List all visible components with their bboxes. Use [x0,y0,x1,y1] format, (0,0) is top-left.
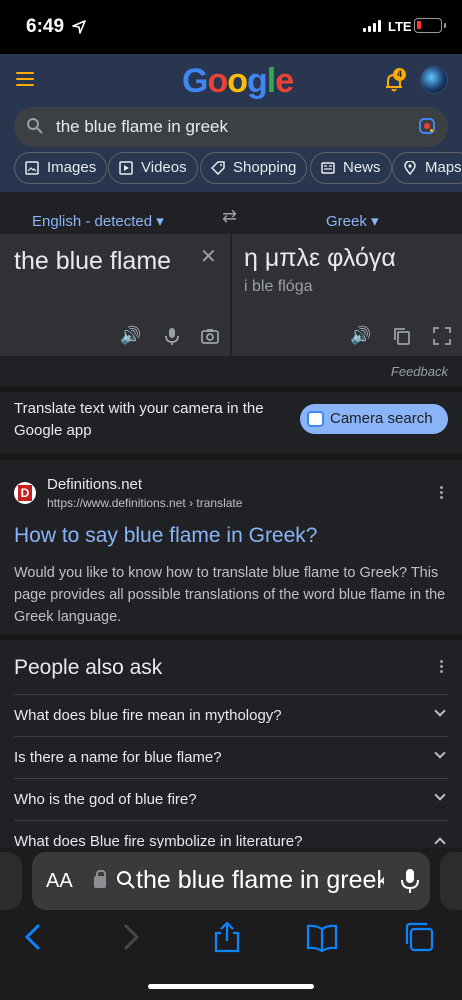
camera-promo-text: Translate text with your camera in the G… [14,400,264,439]
reader-options-button[interactable]: AA [46,870,73,893]
paa-question[interactable]: What does Blue fire symbolize in literat… [14,820,448,850]
chip-images[interactable]: Images [14,152,108,184]
divider [0,454,462,460]
chevron-down-icon [434,789,446,801]
safari-toolbar: AA the blue flame in greek [0,848,462,1000]
swap-languages-icon[interactable]: ⇄ [222,206,237,227]
chip-videos[interactable]: Videos [108,152,198,184]
map-pin-icon [404,161,416,175]
paa-question[interactable]: Who is the god of blue fire? [14,778,448,820]
lock-icon [94,870,106,888]
more-options-icon[interactable] [440,486,444,501]
notification-badge: 4 [393,68,406,81]
divider [0,386,462,392]
search-icon [27,118,43,134]
back-icon[interactable] [18,920,52,954]
translate-widget: English - detected ▾ ⇄ Greek ▾ the blue … [0,192,462,386]
site-url[interactable]: https://www.definitions.net › translate [47,496,242,510]
paa-title: People also ask [14,656,163,679]
result-title-link[interactable]: How to say blue flame in Greek? [14,524,317,548]
search-result: D Definitions.net https://www.definition… [0,462,462,634]
location-arrow-icon [72,20,86,34]
people-also-ask: People also ask What does blue fire mean… [0,640,462,850]
status-time: 6:49 [26,16,65,37]
signal-icon [363,20,381,32]
forward-icon[interactable] [112,920,146,954]
next-tab-edge[interactable] [440,852,462,910]
copy-icon[interactable] [392,326,412,346]
search-box[interactable]: the blue flame in greek [14,107,448,147]
speaker-icon[interactable]: 🔊 [120,326,141,346]
camera-icon[interactable] [200,326,220,346]
source-text[interactable]: the blue flame [14,244,194,278]
chevron-down-icon [434,705,446,717]
chip-shopping[interactable]: Shopping [200,152,308,184]
camera-promo: Translate text with your camera in the G… [0,394,462,454]
network-type: LTE [388,19,412,34]
chip-maps[interactable]: Maps [392,152,462,184]
target-language-selector[interactable]: Greek ▾ [326,212,379,230]
previous-tab-edge[interactable] [0,852,22,910]
search-filter-chips: Images Videos Shopping News Maps [14,152,462,184]
transliteration: i ble flóga [244,278,313,295]
more-options-icon[interactable] [440,660,444,675]
site-name[interactable]: Definitions.net [47,476,142,493]
menu-icon[interactable] [16,72,34,86]
translated-text: η μπλε φλόγα [244,244,396,272]
search-query: the blue flame in greek [56,117,228,136]
status-bar: 6:49 LTE [0,0,462,54]
camera-search-button[interactable]: Camera search [300,404,448,434]
tabs-icon[interactable] [402,920,436,954]
clear-icon[interactable]: ✕ [200,244,217,269]
microphone-icon[interactable] [400,868,420,894]
address-bar[interactable]: AA the blue flame in greek [32,852,430,910]
tag-icon [211,161,225,175]
share-icon[interactable] [210,920,244,954]
target-text-panel: η μπλε φλόγα i ble flóga 🔊 [232,234,462,356]
news-icon [321,162,335,174]
paa-question[interactable]: Is there a name for blue flame? [14,736,448,778]
image-icon [25,161,39,175]
address-text: the blue flame in greek [116,866,384,895]
google-logo[interactable]: Google [182,62,294,101]
home-indicator [148,984,314,989]
chip-news[interactable]: News [310,152,392,184]
search-icon [117,871,135,889]
avatar[interactable] [420,66,448,94]
bookmarks-icon[interactable] [305,920,339,954]
google-header: Google 4 the blue flame in greek Images … [0,54,462,192]
microphone-icon[interactable] [162,326,182,346]
chevron-down-icon [434,747,446,759]
feedback-link[interactable]: Feedback [391,364,448,379]
lens-icon [307,411,324,427]
speaker-icon[interactable]: 🔊 [350,326,371,346]
google-lens-icon[interactable] [418,117,436,135]
fullscreen-icon[interactable] [432,326,452,346]
source-language-selector[interactable]: English - detected ▾ [32,212,164,230]
result-snippet: Would you like to know how to translate … [14,565,446,625]
paa-question[interactable]: What does blue fire mean in mythology? [14,694,448,736]
video-icon [119,161,133,175]
battery-icon [414,18,446,33]
source-text-panel[interactable]: the blue flame ✕ 🔊 [0,234,230,356]
site-favicon: D [14,482,36,504]
chevron-up-icon [434,837,446,849]
